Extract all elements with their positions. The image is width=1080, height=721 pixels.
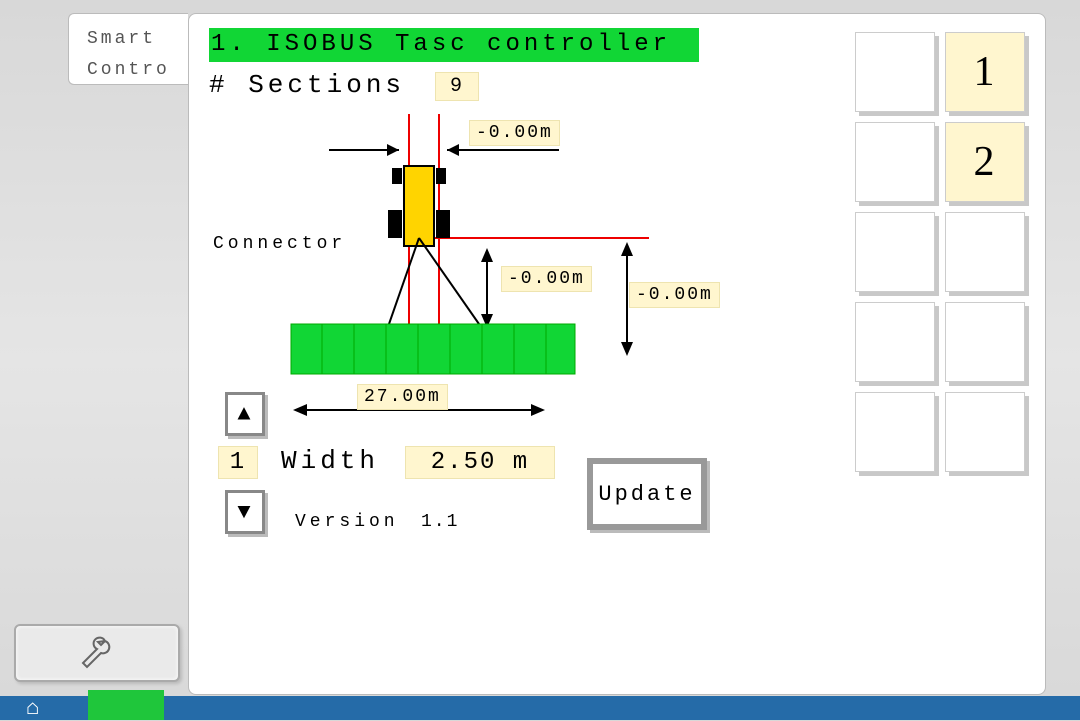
offset-y-near-value[interactable]: -0.00m: [501, 266, 592, 292]
sections-label: # Sections: [209, 70, 405, 100]
softkey-8[interactable]: [945, 302, 1025, 382]
geometry-diagram: [209, 114, 849, 394]
section-up-button[interactable]: ▲: [225, 392, 265, 436]
offset-x-value[interactable]: -0.00m: [469, 120, 560, 146]
device-tab[interactable]: Smart Contro: [68, 13, 188, 85]
wrench-icon: [77, 633, 117, 673]
update-button[interactable]: Update: [587, 458, 707, 530]
offset-y-far-value[interactable]: -0.00m: [629, 282, 720, 308]
softkey-2[interactable]: 1: [945, 32, 1025, 112]
version-value: 1.1: [421, 512, 459, 532]
softkey-5[interactable]: [855, 212, 935, 292]
tab-line1: Smart: [87, 24, 176, 55]
softkey-3[interactable]: [855, 122, 935, 202]
settings-button[interactable]: [14, 624, 180, 682]
triangle-up-icon: ▲: [237, 402, 252, 427]
version-label: Version: [295, 512, 399, 532]
softkey-4[interactable]: 2: [945, 122, 1025, 202]
softkey-grid: 1 2: [855, 32, 1025, 472]
softkey-7[interactable]: [855, 302, 935, 382]
section-index-value[interactable]: 1: [218, 446, 258, 479]
softkey-1[interactable]: [855, 32, 935, 112]
page-title: 1. ISOBUS Tasc controller: [209, 28, 699, 62]
triangle-down-icon: ▼: [237, 500, 252, 525]
softkey-6[interactable]: [945, 212, 1025, 292]
taskbar-active-app[interactable]: [88, 690, 164, 720]
update-button-label: Update: [598, 482, 695, 507]
section-width-value[interactable]: 2.50 m: [405, 446, 555, 479]
task-bar: ⌂: [0, 696, 1080, 720]
tab-line2: Contro: [87, 55, 176, 86]
softkey-9[interactable]: [855, 392, 935, 472]
main-panel: 1. ISOBUS Tasc controller # Sections 9 C…: [188, 13, 1046, 695]
home-icon[interactable]: ⌂: [26, 696, 56, 720]
boom-sections: [291, 324, 575, 374]
sections-value[interactable]: 9: [435, 72, 479, 101]
total-width-value[interactable]: 27.00m: [357, 384, 448, 410]
width-label: Width: [281, 446, 379, 476]
section-down-button[interactable]: ▼: [225, 490, 265, 534]
softkey-10[interactable]: [945, 392, 1025, 472]
